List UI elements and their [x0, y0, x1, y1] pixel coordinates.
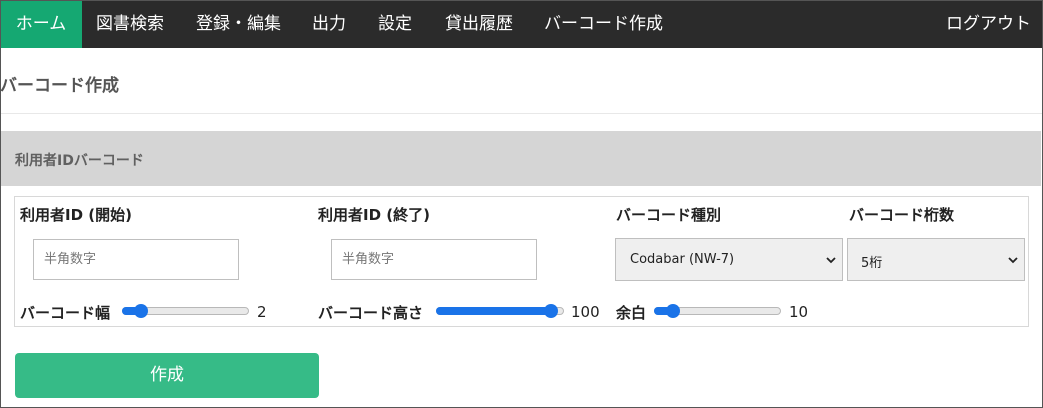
- slider-thumb[interactable]: [544, 304, 558, 318]
- title-divider: [0, 113, 1043, 114]
- nav-loan-history[interactable]: 貸出履歴: [445, 0, 513, 48]
- top-navbar: ホーム 図書検索 登録・編集 出力 設定 貸出履歴 バーコード作成 ログアウト: [0, 0, 1043, 48]
- chevron-down-icon: [1008, 257, 1018, 264]
- nav-output[interactable]: 出力: [312, 0, 346, 48]
- section-header: [1, 131, 1041, 186]
- page-title: バーコード作成: [0, 76, 119, 96]
- barcode-width-label: バーコード幅: [20, 304, 111, 322]
- barcode-digits-label: バーコード桁数: [849, 206, 955, 224]
- nav-home[interactable]: ホーム: [0, 0, 82, 48]
- create-button[interactable]: 作成: [15, 353, 319, 398]
- end-id-label: 利用者ID (終了): [318, 206, 430, 224]
- chevron-down-icon: [826, 257, 836, 264]
- barcode-digits-value: 5桁: [861, 256, 883, 271]
- barcode-height-label: バーコード高さ: [318, 304, 424, 322]
- nav-barcode-create[interactable]: バーコード作成: [544, 0, 663, 48]
- nav-logout[interactable]: ログアウト: [946, 0, 1031, 48]
- nav-register-edit[interactable]: 登録・編集: [196, 0, 281, 48]
- barcode-width-value: 2: [257, 303, 267, 321]
- margin-slider[interactable]: [654, 304, 781, 318]
- barcode-type-label: バーコード種別: [616, 206, 722, 224]
- nav-settings[interactable]: 設定: [378, 0, 412, 48]
- slider-thumb[interactable]: [134, 304, 148, 318]
- section-title: 利用者IDバーコード: [15, 153, 144, 169]
- slider-thumb[interactable]: [666, 304, 680, 318]
- barcode-height-value: 100: [571, 303, 600, 321]
- barcode-height-slider[interactable]: [436, 304, 564, 318]
- slider-fill: [436, 307, 551, 315]
- start-id-input[interactable]: [33, 239, 239, 280]
- barcode-type-value: Codabar (NW-7): [630, 252, 735, 267]
- margin-value: 10: [789, 303, 809, 321]
- start-id-label: 利用者ID (開始): [20, 206, 132, 224]
- barcode-digits-select[interactable]: 5桁: [847, 238, 1025, 281]
- nav-book-search[interactable]: 図書検索: [96, 0, 164, 48]
- barcode-width-slider[interactable]: [122, 304, 249, 318]
- end-id-input[interactable]: [331, 239, 537, 280]
- barcode-type-select[interactable]: Codabar (NW-7): [615, 238, 843, 281]
- margin-label: 余白: [616, 304, 647, 322]
